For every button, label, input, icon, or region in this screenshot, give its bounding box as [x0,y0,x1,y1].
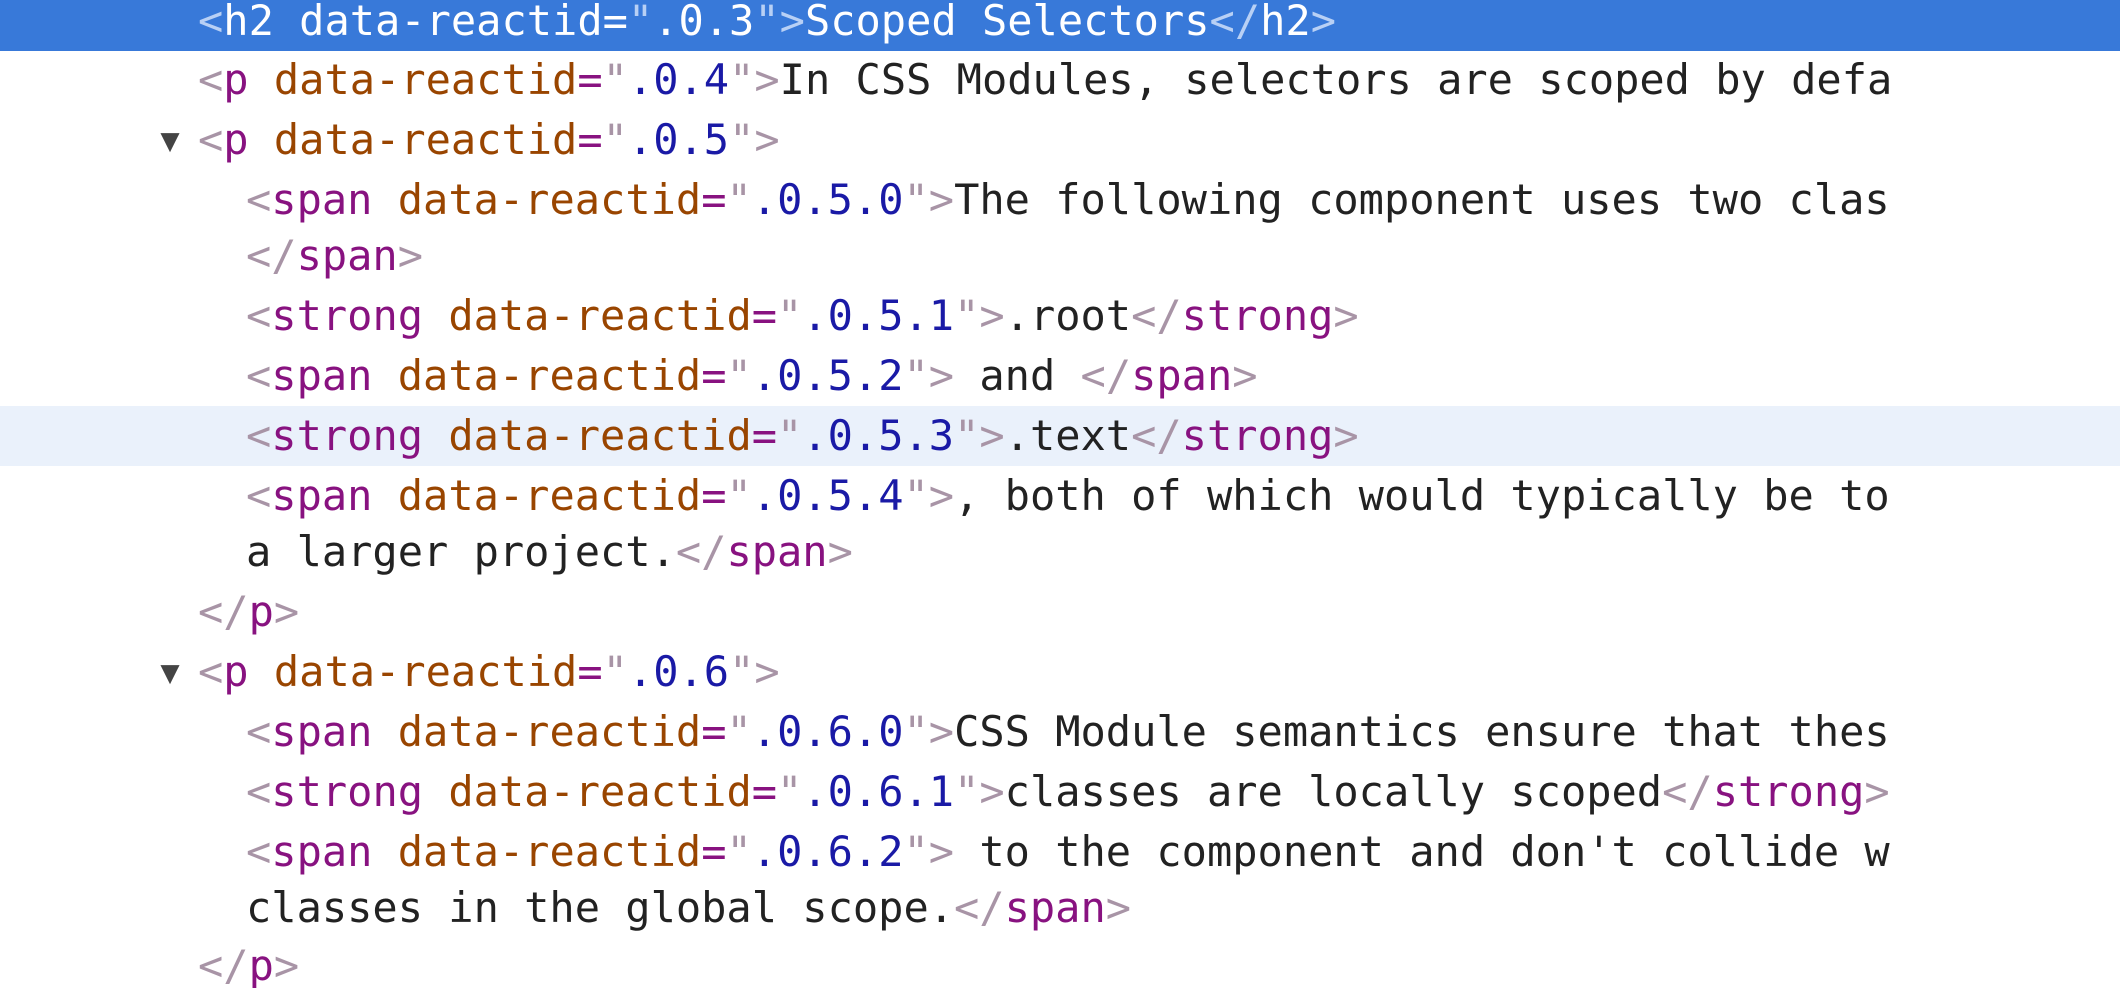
text-node: classes in the global scope. [246,883,955,932]
tag-name: p [223,115,249,164]
node-span-0-5-0[interactable]: <span data-reactid=".0.5.0">The followin… [0,170,2120,230]
tag-name: span [271,707,373,756]
attribute-value: .0.5.0 [751,175,904,224]
attribute-value: .0.6.2 [751,827,904,876]
disclosure-triangle-icon[interactable]: ▼ [152,110,188,170]
tag-name: p [223,647,249,696]
node-line: <h2 data-reactid=".0.3">Scoped Selectors… [198,0,1336,51]
disclosure-triangle-icon[interactable]: ▼ [152,642,188,702]
attribute-value: .0.5.3 [802,411,955,460]
text-node: The following component uses two clas [954,175,1890,224]
node-line: classes in the global scope.</span> [246,883,1132,932]
node-line: <strong data-reactid=".0.5.3">.text</str… [246,411,1359,460]
attribute-name: data-reactid [448,767,752,816]
node-span-0-6-2[interactable]: <span data-reactid=".0.6.2"> to the comp… [0,822,2120,882]
attribute-name: data-reactid [448,291,752,340]
attribute-name: data-reactid [397,827,702,876]
node-line: </span> [246,231,424,280]
tag-name: span [271,351,373,400]
node-line: <span data-reactid=".0.5.0">The followin… [246,175,1890,224]
node-span-0-6-2-continuation[interactable]: classes in the global scope.</span> [0,878,2120,938]
node-strong-0-5-1[interactable]: <strong data-reactid=".0.5.1">.root</str… [0,286,2120,346]
attribute-name: data-reactid [273,115,578,164]
node-h2-scoped-selectors[interactable]: <h2 data-reactid=".0.3">Scoped Selectors… [0,0,2120,51]
node-line: <p data-reactid=".0.4">In CSS Modules, s… [198,55,1893,104]
attribute-value: .0.5 [627,115,730,164]
node-span-0-6-0[interactable]: <span data-reactid=".0.6.0">CSS Module s… [0,702,2120,762]
node-line: <span data-reactid=".0.5.4">, both of wh… [246,471,1890,520]
attribute-value: .0.6.0 [751,707,904,756]
node-span-0-5-4-continuation[interactable]: a larger project.</span> [0,522,2120,582]
node-p-0-5-close[interactable]: </p> [0,582,2120,642]
attribute-value: .0.4 [627,55,730,104]
attribute-value: .0.6.1 [802,767,955,816]
closing-tag-name: strong [1181,291,1334,340]
attribute-value: .0.3 [653,0,755,45]
node-line: <strong data-reactid=".0.5.1">.root</str… [246,291,1359,340]
text-node: a larger project. [246,527,676,576]
text-node: to the component and don't collide w [954,827,1890,876]
node-p-0-6[interactable]: ▼ <p data-reactid=".0.6"> [0,642,2120,702]
tag-name: p [223,55,249,104]
tag-name: strong [271,291,424,340]
node-p-0-4[interactable]: <p data-reactid=".0.4">In CSS Modules, s… [0,50,2120,110]
closing-tag-name: span [1131,351,1233,400]
node-span-close[interactable]: </span> [0,226,2120,286]
tag-name: span [271,175,373,224]
closing-tag-name: span [726,527,828,576]
node-p-0-6-close[interactable]: </p> [0,936,2120,988]
node-strong-0-6-1[interactable]: <strong data-reactid=".0.6.1">classes ar… [0,762,2120,822]
attribute-name: data-reactid [397,351,702,400]
closing-tag-name: p [248,587,274,636]
node-line: <span data-reactid=".0.6.2"> to the comp… [246,827,1890,876]
tag-name: span [271,827,373,876]
closing-tag-name: span [296,231,398,280]
attribute-name: data-reactid [273,647,578,696]
text-node: .root [1004,291,1132,340]
node-line: <p data-reactid=".0.5"> [198,115,780,164]
text-node: , both of which would typically be to [954,471,1890,520]
node-line: a larger project.</span> [246,527,853,576]
attribute-name: data-reactid [299,0,603,45]
attribute-name: data-reactid [397,175,702,224]
node-line: </p> [198,587,300,636]
attribute-value: .0.5.1 [802,291,955,340]
tag-name: h2 [223,0,274,45]
closing-tag-name: strong [1712,767,1865,816]
node-line: <strong data-reactid=".0.6.1">classes ar… [246,767,1890,816]
attribute-name: data-reactid [273,55,578,104]
node-span-0-5-4[interactable]: <span data-reactid=".0.5.4">, both of wh… [0,466,2120,526]
tag-name: strong [271,411,424,460]
node-line: <span data-reactid=".0.5.2"> and </span> [246,351,1258,400]
tag-name: span [271,471,373,520]
closing-tag-name: strong [1181,411,1334,460]
attribute-name: data-reactid [397,471,702,520]
closing-tag-name: h2 [1260,0,1311,45]
attribute-value: .0.6 [627,647,730,696]
elements-tree[interactable]: <h2 data-reactid=".0.3">Scoped Selectors… [0,0,2120,988]
text-node: In CSS Modules, selectors are scoped by … [779,55,1893,104]
tag-name: strong [271,767,424,816]
attribute-name: data-reactid [397,707,702,756]
text-node: classes are locally scoped [1004,767,1663,816]
attribute-name: data-reactid [448,411,752,460]
closing-tag-name: p [248,941,274,988]
attribute-value: .0.5.4 [751,471,904,520]
text-node: and [954,351,1081,400]
node-line: </p> [198,941,300,988]
closing-tag-name: span [1004,883,1106,932]
text-node: CSS Module semantics ensure that thes [954,707,1890,756]
node-p-0-5[interactable]: ▼ <p data-reactid=".0.5"> [0,110,2120,170]
node-line: <span data-reactid=".0.6.0">CSS Module s… [246,707,1890,756]
attribute-value: .0.5.2 [751,351,904,400]
text-node: .text [1004,411,1132,460]
node-line: <p data-reactid=".0.6"> [198,647,780,696]
node-span-0-5-2[interactable]: <span data-reactid=".0.5.2"> and </span> [0,346,2120,406]
node-strong-0-5-3[interactable]: <strong data-reactid=".0.5.3">.text</str… [0,406,2120,466]
text-node: Scoped Selectors [804,0,1210,45]
